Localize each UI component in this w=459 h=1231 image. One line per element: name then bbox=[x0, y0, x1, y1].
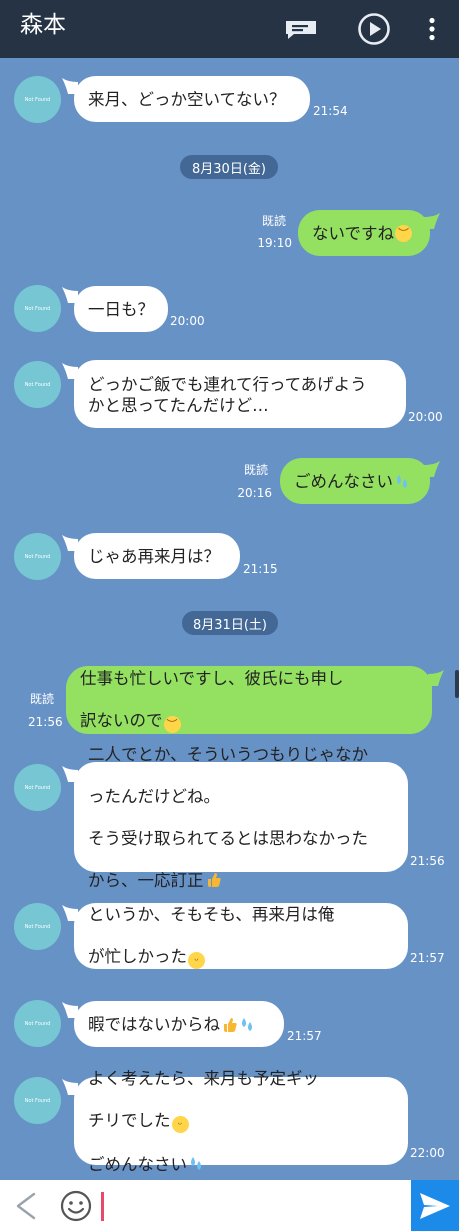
message-bubble[interactable]: じゃあ再来月は？ bbox=[74, 533, 240, 579]
message-text: 一日も？ bbox=[88, 299, 154, 319]
message-text: ないですね bbox=[312, 223, 395, 243]
emoji-icon[interactable] bbox=[58, 1188, 94, 1224]
read-receipt: 既読 bbox=[30, 692, 55, 706]
message-text-line: ったんだけどね。 bbox=[88, 786, 220, 806]
date-separator: 8月31日(土) bbox=[182, 611, 278, 635]
message-text-line: チリでした bbox=[88, 1110, 171, 1130]
avatar[interactable]: Not Found bbox=[14, 76, 61, 123]
message-bubble[interactable]: 来月、どっか空いてない？ bbox=[74, 76, 310, 122]
chat-header: 森本 bbox=[0, 0, 459, 58]
sad-face-icon: ︶ bbox=[395, 224, 413, 242]
scrollbar-thumb[interactable] bbox=[455, 670, 459, 698]
message-time: 19:10 bbox=[257, 236, 292, 250]
avatar[interactable]: Not Found bbox=[14, 285, 61, 332]
date-separator: 8月30日(金) bbox=[180, 155, 278, 179]
avatar[interactable]: Not Found bbox=[14, 764, 61, 811]
send-button[interactable] bbox=[411, 1180, 459, 1231]
message-bubble[interactable]: ないですね ︶ bbox=[298, 210, 430, 256]
message-bubble[interactable]: 暇ではないからね bbox=[74, 1001, 284, 1047]
message-text: どっかご飯でも連れて行ってあげよう かと思ってたんだけど… bbox=[88, 375, 367, 415]
more-vert-icon[interactable] bbox=[420, 0, 444, 58]
back-chevron-icon[interactable] bbox=[10, 1188, 42, 1224]
message-text-line: というか、そもそも、再来月は俺 bbox=[88, 904, 335, 924]
message-time: 21:57 bbox=[410, 951, 445, 965]
message-time: 20:00 bbox=[170, 314, 205, 328]
avatar[interactable]: Not Found bbox=[14, 903, 61, 950]
grinning-sweat-face-icon: ᵕ bbox=[171, 1115, 189, 1133]
message-time: 21:57 bbox=[287, 1029, 322, 1043]
message-text-line: よく考えたら、来月も予定ギッ bbox=[88, 1068, 319, 1088]
message-time: 20:00 bbox=[408, 410, 443, 424]
play-icon[interactable] bbox=[356, 0, 392, 58]
message-text-line: 二人でとか、そういうつもりじゃなか bbox=[88, 744, 369, 764]
message-text-line: ごめんなさい bbox=[88, 1154, 187, 1174]
message-bubble[interactable]: どっかご飯でも連れて行ってあげよう かと思ってたんだけど… bbox=[74, 360, 406, 428]
message-input[interactable] bbox=[100, 1186, 406, 1226]
sweat-drops-icon bbox=[191, 1156, 201, 1170]
message-text: ごめんなさい bbox=[294, 471, 393, 491]
avatar[interactable]: Not Found bbox=[14, 533, 61, 580]
avatar[interactable]: Not Found bbox=[14, 1077, 61, 1124]
message-list-icon[interactable] bbox=[283, 0, 319, 58]
thumbs-up-icon bbox=[224, 1017, 237, 1032]
avatar[interactable]: Not Found bbox=[14, 1000, 61, 1047]
message-text-line: が忙しかった bbox=[88, 946, 187, 966]
message-time: 22:00 bbox=[410, 1146, 445, 1160]
read-receipt: 既読 bbox=[243, 463, 268, 477]
message-text: じゃあ再来月は？ bbox=[88, 546, 220, 566]
sweat-drops-icon bbox=[242, 1017, 252, 1031]
message-text-line: そう受け取られてるとは思わなかった bbox=[88, 828, 369, 848]
grinning-sweat-face-icon: ᵕ bbox=[188, 951, 205, 969]
message-bubble[interactable]: 二人でとか、そういうつもりじゃなか ったんだけどね。 そう受け取られてるとは思わ… bbox=[74, 745, 408, 890]
message-bubble[interactable]: 一日も？ bbox=[74, 286, 168, 332]
message-bubble[interactable]: ごめんなさい bbox=[280, 458, 430, 504]
message-text: 暇ではないからね bbox=[88, 1014, 220, 1034]
message-time: 20:16 bbox=[237, 486, 272, 500]
message-bubble[interactable]: よく考えたら、来月も予定ギッ チリでした ᵕ ごめんなさい bbox=[74, 1069, 408, 1174]
message-input-bar bbox=[0, 1180, 459, 1231]
chat-area[interactable]: Not Found 来月、どっか空いてない？ 21:54 8月30日(金) 既読… bbox=[0, 58, 459, 1180]
contact-name: 森本 bbox=[20, 12, 66, 38]
text-cursor bbox=[101, 1192, 104, 1221]
message-time: 21:56 bbox=[28, 715, 63, 729]
sweat-drops-icon bbox=[397, 474, 407, 488]
message-time: 21:54 bbox=[313, 104, 348, 118]
message-bubble[interactable]: というか、そもそも、再来月は俺 が忙しかった ᵕ bbox=[74, 903, 408, 969]
message-time: 21:15 bbox=[243, 562, 278, 576]
send-icon bbox=[420, 1192, 450, 1219]
message-time: 21:56 bbox=[410, 854, 445, 868]
message-text: 来月、どっか空いてない？ bbox=[88, 89, 286, 109]
message-text-line: 仕事も忙しいですし、彼氏にも申し bbox=[80, 668, 344, 688]
read-receipt: 既読 bbox=[261, 214, 286, 228]
avatar[interactable]: Not Found bbox=[14, 361, 61, 408]
